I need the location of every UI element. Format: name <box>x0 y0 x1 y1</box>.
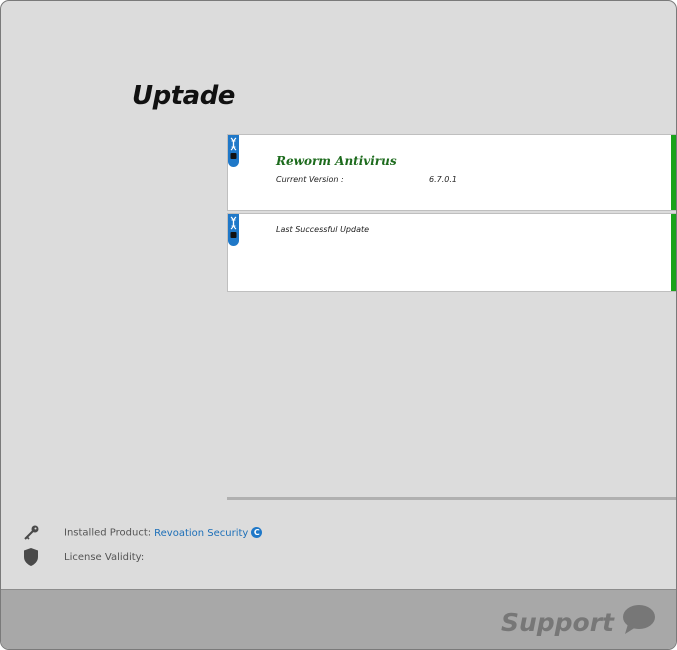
app-window: Uptade Reworm Antivirus Current Version … <box>0 0 677 650</box>
current-version-label: Current Version : <box>276 175 344 184</box>
support-button[interactable]: Support <box>501 604 656 641</box>
product-name: Reworm Antivirus <box>276 154 397 168</box>
dna-icon <box>228 214 239 246</box>
installed-product-link[interactable]: Revoation Security <box>154 528 248 539</box>
status-bar <box>671 135 676 210</box>
page-title: Uptade <box>132 81 235 111</box>
dna-icon <box>228 135 239 167</box>
divider <box>227 497 676 500</box>
copyright-badge: C <box>251 527 263 539</box>
installed-product-row: Installed Product: Revoation Security C <box>21 523 263 543</box>
license-validity-row: License Validity: <box>21 547 144 567</box>
license-validity-label: License Validity: <box>64 551 145 563</box>
chat-bubble-icon <box>622 604 656 641</box>
status-bar <box>671 214 676 291</box>
footer-bar: Support <box>1 589 676 649</box>
support-label: Support <box>500 608 614 637</box>
product-card: Reworm Antivirus Current Version : 6.7.0… <box>227 134 676 211</box>
update-card: Last Successful Update <box>227 213 676 292</box>
key-icon <box>21 523 41 543</box>
current-version-value: 6.7.0.1 <box>429 175 457 184</box>
installed-product-label: Installed Product: <box>64 527 152 539</box>
shield-icon <box>21 547 41 567</box>
last-update-label: Last Successful Update <box>276 225 370 234</box>
